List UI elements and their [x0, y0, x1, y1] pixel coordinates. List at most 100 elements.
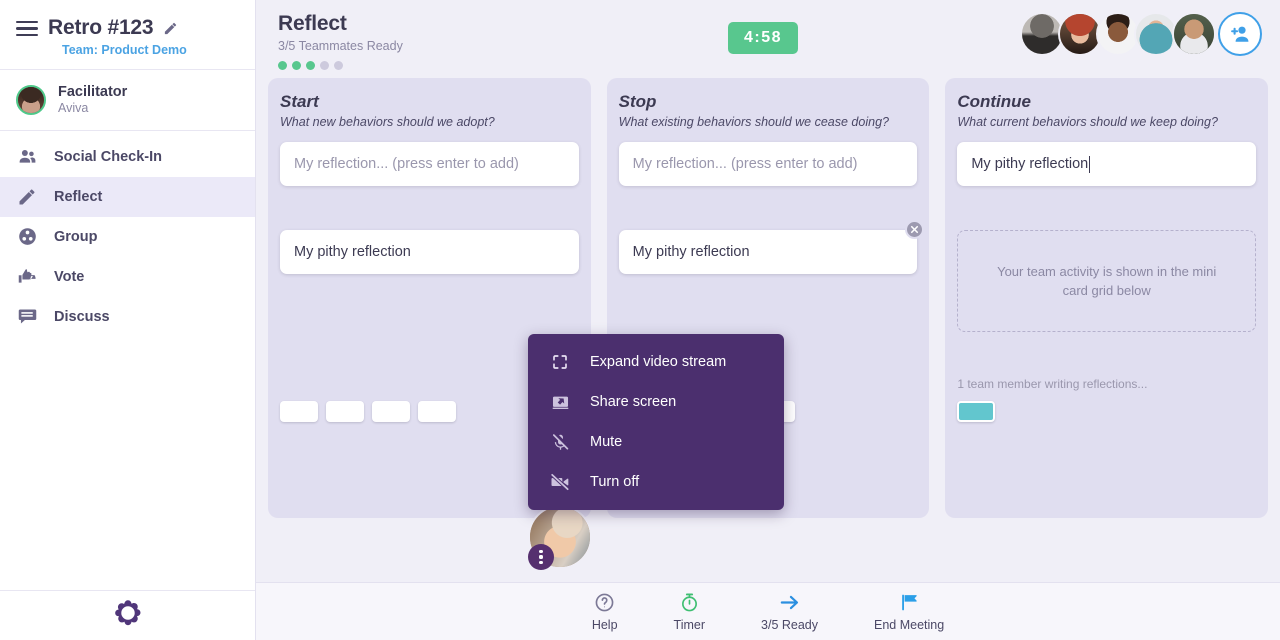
reflection-card[interactable]: My pithy reflection	[618, 220, 925, 274]
group-circles-icon	[16, 226, 38, 248]
mini-card-area: 1 team member writing reflections...	[957, 377, 1256, 422]
page-title: Retro #123	[48, 16, 154, 39]
mini-card[interactable]	[418, 401, 456, 422]
video-context-menu: Expand video stream Share screen Mute Tu…	[528, 334, 784, 510]
readiness-dot	[278, 61, 287, 70]
mini-card[interactable]	[280, 401, 318, 422]
reflection-input-placeholder: My reflection... (press enter to add)	[632, 156, 858, 172]
expand-fullscreen-icon	[550, 352, 570, 372]
bottom-bar-label: Help	[591, 617, 618, 632]
column-prompt: What new behaviors should we adopt?	[280, 115, 495, 129]
sidebar-item-discuss[interactable]: Discuss	[0, 297, 255, 337]
readiness-dot	[292, 61, 301, 70]
pencil-icon	[16, 186, 38, 208]
share-screen-icon	[550, 392, 570, 412]
facilitator-name: Aviva	[58, 101, 89, 116]
pencil-icon[interactable]	[163, 21, 178, 36]
sidebar-item-label: Discuss	[54, 308, 110, 325]
video-camera-off-icon	[550, 472, 570, 492]
reflection-card-stack: My pithy reflection	[280, 230, 579, 292]
parabol-rosette-logo[interactable]	[112, 597, 144, 634]
menu-item-label: Turn off	[590, 474, 640, 490]
mini-card[interactable]	[372, 401, 410, 422]
bottom-bar-label: Timer	[673, 617, 706, 632]
teammate-avatars	[1020, 12, 1262, 56]
thumbs-icon	[16, 266, 38, 288]
sidebar-item-vote[interactable]: Vote	[0, 257, 255, 297]
ready-button[interactable]: 3/5 Ready	[761, 592, 818, 632]
team-activity-placeholder-text: Your team activity is shown in the mini …	[997, 263, 1217, 299]
column-title: Stop	[618, 92, 657, 111]
menu-item-label: Expand video stream	[590, 354, 727, 370]
reflection-input-placeholder: My reflection... (press enter to add)	[294, 156, 519, 172]
reflection-card-stack-layer	[292, 278, 567, 292]
speech-bubble-icon	[16, 306, 38, 328]
menu-item-label: Share screen	[590, 394, 677, 410]
main-content: Reflect 3/5 Teammates Ready 4:58 Start W…	[256, 0, 1280, 640]
end-meeting-button[interactable]: End Meeting	[874, 592, 944, 632]
question-circle-icon	[594, 592, 615, 614]
menu-item-mute[interactable]: Mute	[528, 422, 784, 462]
team-label[interactable]: Team: Product Demo	[62, 43, 239, 57]
column-title: Start	[280, 92, 319, 111]
reflection-input[interactable]: My pithy reflection	[957, 142, 1257, 186]
menu-item-share-screen[interactable]: Share screen	[528, 382, 784, 422]
mini-card-grid	[957, 401, 1256, 422]
menu-item-expand-video-stream[interactable]: Expand video stream	[528, 342, 784, 382]
readiness-dot	[320, 61, 329, 70]
mini-card-label: 1 team member writing reflections...	[957, 377, 1148, 391]
reflection-card-text: My pithy reflection	[632, 244, 750, 260]
reflection-input[interactable]: My reflection... (press enter to add)	[618, 142, 918, 186]
sidebar-item-label: Reflect	[54, 188, 103, 205]
avatar[interactable]	[1172, 12, 1216, 56]
sidebar-item-label: Social Check-In	[54, 148, 162, 165]
sidebar: Retro #123 Team: Product Demo Facilitato…	[0, 0, 256, 640]
column-prompt: What current behaviors should we keep do…	[957, 115, 1218, 129]
app-root: Retro #123 Team: Product Demo Facilitato…	[0, 0, 1280, 640]
bottom-toolbar: Help Timer 3/5 Ready End Meeting	[256, 582, 1280, 640]
retro-title-row: Retro #123	[16, 16, 239, 40]
timer-button[interactable]: Timer	[674, 592, 705, 632]
reflection-input[interactable]: My reflection... (press enter to add)	[280, 142, 579, 186]
sidebar-item-reflect[interactable]: Reflect	[0, 176, 255, 217]
sidebar-item-label: Vote	[54, 268, 85, 285]
more-vertical-icon[interactable]	[528, 544, 554, 570]
facilitator-role: Facilitator	[58, 84, 128, 100]
sidebar-item-label: Group	[54, 228, 98, 245]
team-activity-placeholder: Your team activity is shown in the mini …	[957, 230, 1257, 332]
readiness-dot	[306, 61, 315, 70]
bottom-bar-label: 3/5 Ready	[761, 617, 818, 632]
column-prompt: What existing behaviors should we cease …	[618, 115, 889, 129]
sidebar-footer	[0, 590, 255, 640]
mini-card-writing[interactable]	[957, 401, 996, 422]
microphone-off-icon	[550, 432, 570, 452]
reflection-card[interactable]: My pithy reflection	[280, 230, 579, 274]
mini-card[interactable]	[326, 401, 364, 422]
help-button[interactable]: Help	[592, 592, 618, 632]
bottom-bar-label: End Meeting	[874, 617, 945, 632]
add-person-icon[interactable]	[1218, 12, 1262, 56]
people-icon	[16, 146, 38, 168]
sidebar-header: Retro #123 Team: Product Demo	[0, 0, 255, 70]
stopwatch-icon	[679, 592, 700, 614]
column-continue: Continue What current behaviors should w…	[945, 78, 1269, 518]
readiness-dot	[334, 61, 343, 70]
facilitator-row[interactable]: Facilitator Aviva	[0, 70, 255, 131]
flag-icon	[899, 592, 920, 614]
readiness-dots	[278, 61, 1280, 70]
reflection-input-value: My pithy reflection	[971, 156, 1089, 172]
reflection-card-stack: My pithy reflection	[618, 220, 925, 274]
reflection-card-text: My pithy reflection	[294, 244, 411, 260]
column-title: Continue	[957, 92, 1031, 111]
avatar	[16, 84, 46, 115]
menu-item-turn-off[interactable]: Turn off	[528, 462, 784, 502]
arrow-right-icon	[778, 592, 801, 614]
close-x-icon[interactable]	[905, 220, 925, 239]
sidebar-nav: Social Check-In Reflect Group Vote Discu…	[0, 131, 255, 590]
hamburger-icon[interactable]	[16, 20, 38, 37]
text-caret	[1089, 155, 1091, 173]
sidebar-item-social-check-in[interactable]: Social Check-In	[0, 137, 255, 177]
timer-badge[interactable]: 4:58	[728, 22, 799, 54]
menu-item-label: Mute	[590, 434, 623, 450]
sidebar-item-group[interactable]: Group	[0, 217, 255, 257]
